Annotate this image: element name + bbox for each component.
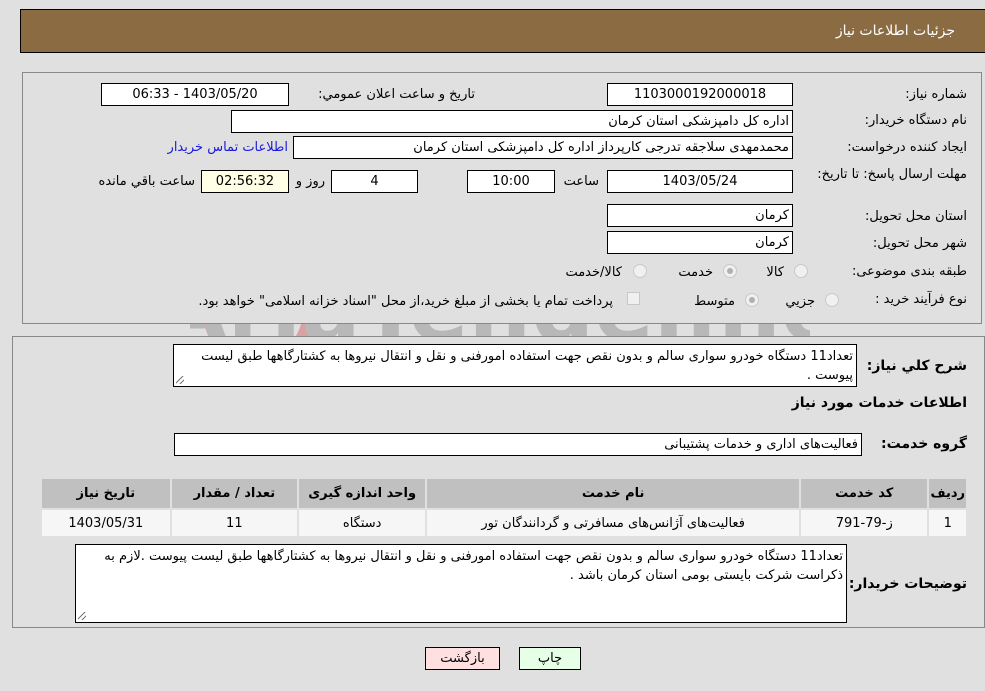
process-option-minor: جزيي [785,294,815,309]
summary-textarea[interactable]: تعداد11 دستگاه خودرو سواری سالم و بدون ن… [173,344,857,387]
category-option-goods-service: کالا/خدمت [565,265,622,280]
cell-service-code: ز-79-791 [798,508,930,538]
col-need-date: تاریخ نیاز [40,477,172,510]
service-group-field: فعالیت‌های اداری و خدمات پشتیبانی [174,433,862,456]
deadline-label: مهلت ارسال پاسخ: تا تاریخ: [817,167,967,182]
need-number-field: 1103000192000018 [607,83,793,106]
service-group-label: گروه خدمت: [881,436,967,452]
remaining-time-field: 02:56:32 [201,170,289,193]
table-header-row: ردیف کد خدمت نام خدمت واحد اندازه گیری ت… [40,477,968,510]
cell-quantity: 11 [169,508,300,538]
col-service-name: نام خدمت [425,477,801,510]
summary-label: شرح کلي نياز: [866,358,967,374]
deadline-date-field: 1403/05/24 [607,170,793,193]
buyer-notes-textarea[interactable]: تعداد11 دستگاه خودرو سواری سالم و بدون ن… [75,544,847,623]
cell-unit: دستگاه [296,508,428,538]
col-service-code: کد خدمت [798,477,930,510]
treasury-note: پرداخت تمام یا بخشی از مبلغ خرید،از محل … [198,294,613,309]
process-radio-minor[interactable] [825,293,839,307]
province-label: استان محل تحویل: [865,209,967,224]
category-radio-goods-service[interactable] [633,264,647,278]
deadline-time-field: 10:00 [467,170,555,193]
deadline-time-label: ساعت [563,174,599,189]
services-section-title: اطلاعات خدمات مورد نیاز [791,395,967,411]
col-quantity: تعداد / مقدار [169,477,300,510]
buyer-org-field: اداره کل دامپزشکی استان کرمان [231,110,793,133]
services-table: ردیف کد خدمت نام خدمت واحد اندازه گیری ت… [40,477,968,538]
announce-date-label: تاريخ و ساعت اعلان عمومي: [318,87,475,102]
cell-row-number: 1 [927,508,968,538]
category-option-service: خدمت [678,265,713,280]
page-header: جزئیات اطلاعات نیاز [20,9,985,53]
category-radio-service[interactable] [723,264,737,278]
buyer-contact-link[interactable]: اطلاعات تماس خریدار [168,140,288,155]
print-button[interactable]: چاپ [519,647,581,670]
buyer-org-label: نام دستگاه خریدار: [864,113,967,128]
creator-field: محمدمهدی سلاجقه تدرجی کارپرداز اداره کل … [293,136,793,159]
resize-grip-icon[interactable] [78,612,86,620]
category-label: طبقه بندی موضوعی: [851,264,967,279]
province-field: کرمان [607,204,793,227]
city-label: شهر محل تحویل: [872,236,967,251]
announce-date-field: 1403/05/20 - 06:33 [101,83,289,106]
category-radio-goods[interactable] [794,264,808,278]
remaining-time-label: ساعت باقي مانده [98,174,195,189]
treasury-checkbox[interactable] [627,292,640,305]
col-row-number: ردیف [927,477,968,510]
resize-grip-icon[interactable] [176,376,184,384]
category-option-goods: کالا [766,265,784,280]
purchase-process-label: نوع فرآیند خرید : [875,292,967,307]
back-button[interactable]: بازگشت [425,647,500,670]
process-option-medium: متوسط [694,294,735,309]
col-unit: واحد اندازه گیری [296,477,428,510]
remaining-days-field: 4 [331,170,418,193]
days-label: روز و [295,174,325,189]
creator-label: ایجاد کننده درخواست: [847,140,967,155]
summary-text: تعداد11 دستگاه خودرو سواری سالم و بدون ن… [201,349,853,383]
buyer-notes-text: تعداد11 دستگاه خودرو سواری سالم و بدون ن… [104,549,843,583]
process-radio-medium[interactable] [745,293,759,307]
page-title: جزئیات اطلاعات نیاز [835,23,955,39]
cell-service-name: فعالیت‌های آژانس‌های مسافرتی و گردانندگا… [425,508,801,538]
table-row: 1 ز-79-791 فعالیت‌های آژانس‌های مسافرتی … [40,508,968,538]
city-field: کرمان [607,231,793,254]
buyer-notes-label: توضیحات خریدار: [848,576,967,592]
need-number-label: شماره نیاز: [905,87,967,102]
cell-need-date: 1403/05/31 [40,508,172,538]
